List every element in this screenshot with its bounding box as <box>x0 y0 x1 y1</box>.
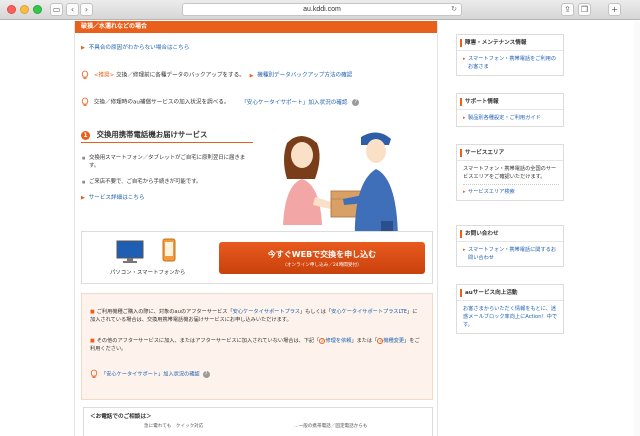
repair-request-link[interactable]: 修理を依頼 <box>325 338 351 344</box>
note-link-row: 「安心ケータイサポート」加入状況の確認? <box>90 369 420 379</box>
sidebar-box-maintenance: 障害・メンテナンス情報 スマートフォン・携帯電話をご利用のお客さま <box>456 34 564 76</box>
sidebar-box-title: サポート情報 <box>457 94 563 110</box>
details-row: ▶ サービス詳細はこちら <box>81 193 145 201</box>
phone-consultation-box: ＜お電話でのご相談は＞ 急に電れても クイック対応 …一般の携帯電話／固定電話か… <box>83 407 433 436</box>
service-details-link[interactable]: サービス詳細はこちら <box>89 195 145 201</box>
address-bar[interactable]: au.kddi.com ↻ <box>182 3 462 16</box>
zoom-window-button[interactable] <box>33 5 42 14</box>
browser-toolbar: ▭ ‹ › au.kddi.com ↻ ⇪ ❐ + <box>0 0 640 20</box>
sidebar-improvement-text[interactable]: お客さまからいただく情報をもとに、迷惑メールブロック率向上にAction！中です… <box>463 305 559 329</box>
warranty-row: 交換／修理時のau補償サービスの加入状況を調べる。 「安心ケータイサポート」加入… <box>81 97 360 107</box>
bullet-text: 交換用スマートフォン／タブレットがご自宅に原則翌日に届きます。 <box>89 155 246 169</box>
unknown-cause-row: ▶ 不具合の原因がわからない場合はこちら <box>81 43 189 51</box>
phone-consultation-title: ＜お電話でのご相談は＞ <box>90 414 152 420</box>
square-bullet-icon: ■ <box>90 338 95 344</box>
lightbulb-icon <box>81 70 89 79</box>
section-header: 破損／水濡れなどの場合 <box>75 21 437 33</box>
web-exchange-apply-button[interactable]: 今すぐWEBで交換を申し込む （オンライン申し込み／24時間受付） <box>219 242 425 274</box>
support-plus-link[interactable]: 安心ケータイサポートプラス <box>233 309 300 315</box>
backup-row: <推奨> 交換／修理前に各種データのバックアップをする。 ▶ 機種別データバック… <box>81 70 352 80</box>
backup-text: 交換／修理前に各種データのバックアップをする。 <box>116 72 245 79</box>
lightbulb-icon <box>81 97 89 106</box>
sidebar-box-contact: お問い合わせ スマートフォン・携帯電話に関するお問い合わせ <box>456 225 564 267</box>
sidebar-box-description: スマートフォン・携帯電話の全国のサービスエリアをご確認いただけます。 <box>463 166 557 180</box>
main-column: 破損／水濡れなどの場合 ▶ 不具合の原因がわからない場合はこちら <推奨> 交換… <box>74 21 438 436</box>
support-plus-lte-link[interactable]: 安心ケータイサポートプラスLTE <box>331 309 407 315</box>
delivery-service-title: 1 交換用携帯電話機お届けサービス <box>81 129 207 140</box>
divider <box>463 184 559 185</box>
minimize-window-button[interactable] <box>20 5 29 14</box>
step-number-badge: 1 <box>81 130 90 140</box>
page-viewport: 破損／水濡れなどの場合 ▶ 不具合の原因がわからない場合はこちら <推奨> 交換… <box>0 21 640 436</box>
page-scrollbar[interactable] <box>634 21 640 436</box>
phone-consultation-subtext: …一般の携帯電話／固定電話からも <box>294 424 368 429</box>
unknown-cause-link[interactable]: 不具合の原因がわからない場合はこちら <box>89 45 190 51</box>
arrow-icon: ▶ <box>81 195 85 201</box>
sidebar-box-support: サポート情報 製品別各種設定・ご利用ガイド <box>456 93 564 127</box>
tabs-overview-icon[interactable]: ❐ <box>578 3 591 16</box>
eligibility-note: ■ ご利用機種ご購入の際に、対象のauのアフターサービス「安心ケータイサポートプラ… <box>81 293 433 400</box>
square-bullet-icon: ■ <box>90 309 95 315</box>
new-tab-icon[interactable]: + <box>608 3 621 16</box>
monitor-icon <box>116 240 144 263</box>
help-icon[interactable]: ? <box>352 98 360 106</box>
sidebar-link-maintenance[interactable]: スマートフォン・携帯電話をご利用のお客さま <box>463 55 559 71</box>
sidebar-link-contact[interactable]: スマートフォン・携帯電話に関するお問い合わせ <box>463 246 559 262</box>
sidebar-link-area-search[interactable]: サービスエリア検索 <box>463 188 559 196</box>
note-text: 」または「 <box>351 338 378 344</box>
sidebar-box-title: auサービス向上活動 <box>457 285 563 301</box>
back-icon[interactable]: ‹ <box>66 3 79 16</box>
arrow-icon: ▶ <box>249 72 254 79</box>
sidebar-box-title: お問い合わせ <box>457 226 563 242</box>
delivery-service-title-text: 交換用携帯電話機お届けサービス <box>96 130 208 139</box>
delivery-illustration <box>283 132 398 243</box>
sidebar-toggle-icon[interactable]: ▭ <box>50 3 63 16</box>
smartphone-icon <box>162 238 176 262</box>
apply-button-sublabel: （オンライン申し込み／24時間受付） <box>282 263 362 268</box>
backup-method-link[interactable]: 機種別データバックアップ方法の確認 <box>257 73 352 79</box>
warranty-text: 交換／修理時のau補償サービスの加入状況を調べる。 <box>93 99 230 106</box>
close-window-button[interactable] <box>7 5 16 14</box>
device-label: パソコン・スマートフォンから <box>110 270 186 276</box>
reload-icon[interactable]: ↻ <box>451 4 457 15</box>
note-paragraph: ■ ご利用機種ご購入の際に、対象のauのアフターサービス「安心ケータイサポートプラ… <box>90 308 420 324</box>
phone-consultation-subtext: 急に電れても クイック対応 <box>144 424 204 429</box>
web-application-box: パソコン・スマートフォンから 今すぐWEBで交換を申し込む （オンライン申し込み… <box>81 231 433 284</box>
divider <box>81 142 253 143</box>
lightbulb-icon <box>90 369 98 378</box>
note-text: その他のアフターサービスに加入、またはアフターサービスに加入されていない場合は、… <box>96 338 320 344</box>
arrow-icon: ▶ <box>81 45 85 51</box>
bullet-text: ご来店不要で、ご自宅から手続きが可能です。 <box>89 179 202 185</box>
apply-button-label: 今すぐWEBで交換を申し込む <box>267 250 377 259</box>
model-change-link[interactable]: 機種変更 <box>383 338 404 344</box>
sidebar-link-guides[interactable]: 製品別各種設定・ご利用ガイド <box>463 114 559 122</box>
sidebar-box-service-area: サービスエリア スマートフォン・携帯電話の全国のサービスエリアをご確認いただけま… <box>456 144 564 201</box>
sidebar-box-improvement: auサービス向上活動 お客さまからいただく情報をもとに、迷惑メールブロック率向上… <box>456 284 564 334</box>
share-icon[interactable]: ⇪ <box>561 3 574 16</box>
note-paragraph: ■ その他のアフターサービスに加入、またはアフターサービスに加入されていない場合は… <box>90 337 420 353</box>
recommended-tag: <推奨> <box>93 72 115 79</box>
note-text: 」もしくは「 <box>299 309 332 315</box>
help-icon[interactable]: ? <box>202 370 210 378</box>
bullet-item: 交換用スマートフォン／タブレットがご自宅に原則翌日に届きます。 <box>82 154 255 170</box>
sidebar-box-title: 障害・メンテナンス情報 <box>457 35 563 51</box>
sidebar-box-title: サービスエリア <box>457 145 563 161</box>
address-bar-text: au.kddi.com <box>303 6 341 13</box>
warranty-status-link[interactable]: 「安心ケータイサポート」加入状況の確認 <box>241 100 347 106</box>
note-text: ご利用機種ご購入の際に、対象のauのアフターサービス「 <box>96 309 233 315</box>
bullet-item: ご来店不要で、ご自宅から手続きが可能です。 <box>82 178 255 186</box>
warranty-status-link[interactable]: 「安心ケータイサポート」加入状況の確認 <box>101 372 200 378</box>
forward-icon[interactable]: › <box>80 3 93 16</box>
